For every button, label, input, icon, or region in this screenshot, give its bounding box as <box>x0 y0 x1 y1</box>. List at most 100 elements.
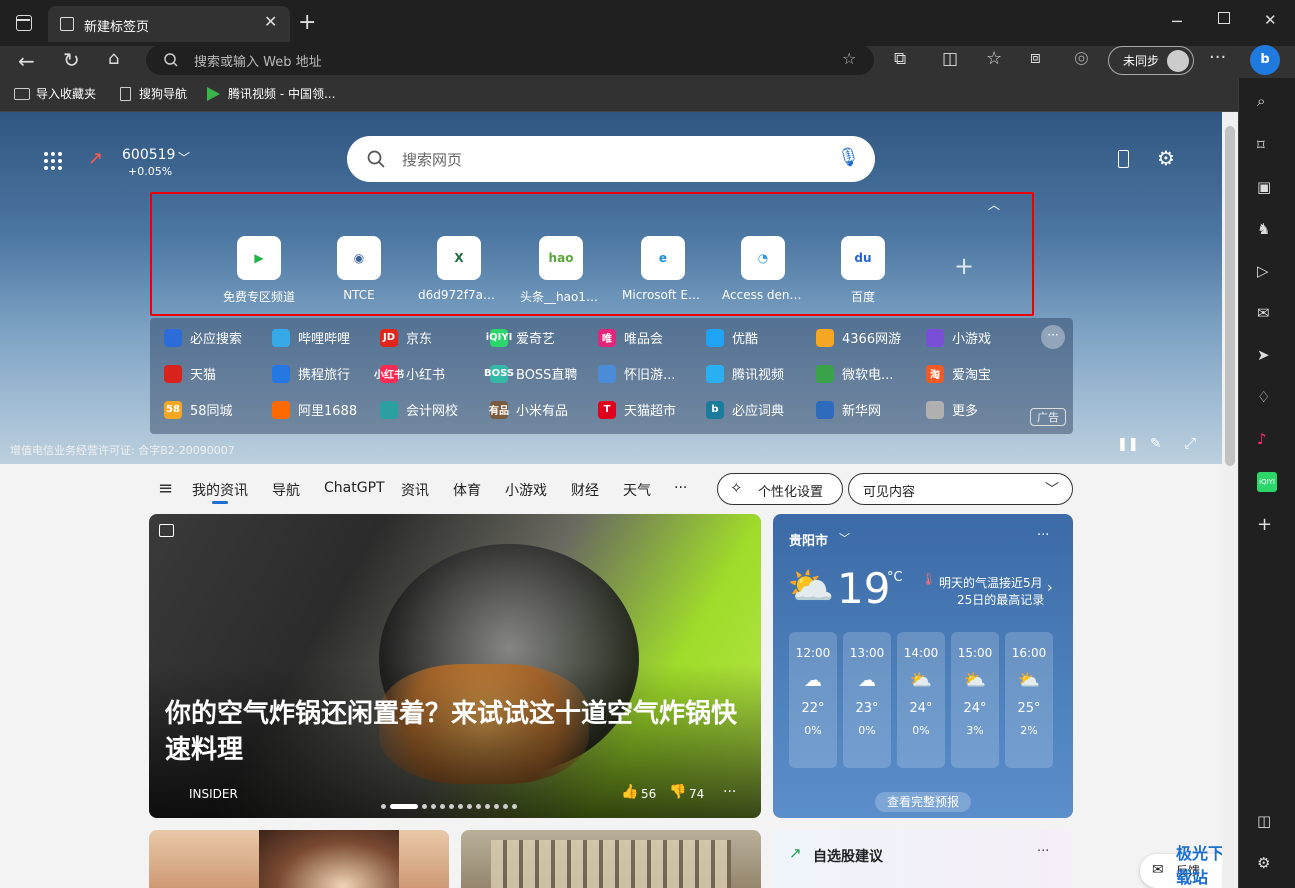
collapse-chevron-icon[interactable]: ︿ <box>988 196 1000 213</box>
chevron-down-icon[interactable]: ﹀ <box>178 149 190 166</box>
more-menu-icon[interactable]: ··· <box>1209 47 1226 68</box>
nav-finance[interactable]: 财经 <box>571 480 599 500</box>
tab-actions-icon[interactable] <box>16 15 32 31</box>
quick-link[interactable]: 4366网游 <box>816 328 901 347</box>
article-source[interactable]: INSIDER <box>189 787 238 801</box>
quick-link[interactable]: 唯唯品会 <box>598 328 663 347</box>
pause-icon[interactable]: ❚❚ <box>1117 437 1139 452</box>
stock-suggestions-card[interactable]: ↗ 自选股建议 ··· <box>773 830 1073 888</box>
settings-gear-icon[interactable]: ⚙ <box>1157 146 1175 170</box>
games-icon[interactable]: ♞ <box>1257 220 1277 240</box>
window-close-icon[interactable]: ✕ <box>1264 11 1277 29</box>
quick-link[interactable]: 更多 <box>926 400 978 419</box>
back-icon[interactable]: ← <box>18 49 35 73</box>
sidebar-settings-icon[interactable]: ⚙ <box>1257 854 1277 874</box>
bookmark-import[interactable]: 导入收藏夹 <box>14 85 96 102</box>
hamburger-menu-icon[interactable]: ≡ <box>158 478 173 499</box>
apps-grid-icon[interactable] <box>44 152 62 170</box>
office-icon[interactable]: ▷ <box>1257 262 1277 282</box>
more-icon[interactable]: ··· <box>1037 844 1049 859</box>
more-icon[interactable]: ··· <box>1037 528 1049 543</box>
quick-link[interactable]: 携程旅行 <box>272 364 350 383</box>
hide-sidebar-icon[interactable]: ◫ <box>1257 812 1277 832</box>
weather-card[interactable]: 贵阳市 ﹀ ··· ⛅ 19 °C 🌡 明天的气温接近5月 25日的最高记录 ›… <box>773 514 1073 818</box>
copilot-icon[interactable]: b <box>1250 45 1280 75</box>
add-site-plus-icon[interactable]: + <box>954 252 974 280</box>
microphone-icon[interactable]: 🎙 <box>837 147 860 168</box>
weather-city[interactable]: 贵阳市 <box>789 530 828 549</box>
hero-article-card[interactable]: 你的空气炸锅还闲置着？来试试这十道空气炸锅快速料理 INSIDER 👍 56 👎… <box>149 514 761 818</box>
scrollbar-thumb[interactable] <box>1225 126 1235 466</box>
favorite-star-icon[interactable]: ☆ <box>842 49 856 68</box>
favorites-icon[interactable]: ☆ <box>986 48 1002 69</box>
top-site-tile[interactable]: ▶ 免费专区频道 <box>214 236 304 305</box>
quick-link[interactable]: 小游戏 <box>926 328 991 347</box>
carousel-dots[interactable] <box>381 804 517 809</box>
nav-sports[interactable]: 体育 <box>453 480 481 500</box>
new-tab-plus-icon[interactable]: + <box>298 10 316 35</box>
nav-chatgpt[interactable]: ChatGPT <box>324 480 385 496</box>
hourly-forecast-14[interactable]: 14:00 ⛅ 24° 0% <box>897 632 945 768</box>
weather-note-line1[interactable]: 明天的气温接近5月 <box>939 574 1043 591</box>
maximize-icon[interactable] <box>1218 12 1230 24</box>
home-icon[interactable]: ⌂ <box>108 48 119 69</box>
quick-link[interactable]: 新华网 <box>816 400 881 419</box>
address-bar[interactable]: 搜索或输入 Web 地址 ☆ <box>146 45 874 75</box>
hourly-forecast-15[interactable]: 15:00 ⛅ 24° 3% <box>951 632 999 768</box>
personalize-button[interactable]: ✧ 个性化设置 <box>717 473 843 505</box>
tab-new-tab[interactable]: 新建标签页 ✕ <box>48 6 290 42</box>
top-site-tile[interactable]: du 百度 <box>818 236 908 305</box>
drop-icon[interactable]: ♢ <box>1257 388 1277 408</box>
close-icon[interactable]: ✕ <box>264 12 277 31</box>
send-icon[interactable]: ➤ <box>1257 346 1277 366</box>
like-icon[interactable]: 👍 <box>621 784 638 800</box>
quick-link[interactable]: BOSS BOSS直聘 <box>484 364 577 383</box>
nav-more[interactable]: ··· <box>674 480 687 496</box>
bookmark-sogou[interactable]: 搜狗导航 <box>120 85 187 102</box>
more-options-icon[interactable]: ··· <box>1041 325 1065 349</box>
bookmark-tencent[interactable]: 腾讯视频 - 中国领... <box>207 85 335 102</box>
refresh-icon[interactable]: ↻ <box>63 48 80 72</box>
iqiyi-icon[interactable]: iQIYI <box>1257 472 1277 492</box>
quick-link[interactable]: 58 58同城 <box>164 400 233 419</box>
search-sidebar-icon[interactable]: ⌕ <box>1257 92 1277 112</box>
nav-weather[interactable]: 天气 <box>623 480 651 500</box>
shopping-tag-icon[interactable]: ⌑ <box>1257 136 1277 156</box>
quick-link[interactable]: 阿里1688 <box>272 400 357 419</box>
dislike-icon[interactable]: 👎 <box>669 784 686 800</box>
visible-content-select[interactable]: 可见内容 ﹀ <box>848 473 1073 505</box>
nav-news[interactable]: 资讯 <box>401 480 429 500</box>
quick-link[interactable]: 有品 小米有品 <box>489 400 568 419</box>
quick-link[interactable]: 哔哩哔哩 <box>272 328 350 347</box>
nav-guide[interactable]: 导航 <box>272 480 300 500</box>
quick-link[interactable]: 必应搜索 <box>164 328 242 347</box>
license-text[interactable]: 增值电信业务经营许可证: 合字B2-20090007 <box>10 442 235 458</box>
article-card-train[interactable] <box>461 830 761 888</box>
stock-code[interactable]: 600519 <box>122 147 175 163</box>
edit-background-icon[interactable]: ✎ <box>1150 436 1162 452</box>
hourly-forecast-16[interactable]: 16:00 ⛅ 25° 2% <box>1005 632 1053 768</box>
top-site-tile[interactable]: ◉ NTCE <box>314 236 404 302</box>
quick-link[interactable]: 淘爱淘宝 <box>926 364 991 383</box>
tools-icon[interactable]: ▣ <box>1257 178 1277 198</box>
article-title[interactable]: 你的空气炸锅还闲置着？来试试这十道空气炸锅快速料理 <box>165 696 745 768</box>
address-input[interactable]: 搜索或输入 Web 地址 <box>194 51 322 70</box>
stock-card-title[interactable]: 自选股建议 <box>813 846 883 866</box>
quick-link[interactable]: 怀旧游... <box>598 364 675 383</box>
quick-link[interactable]: 腾讯视频 <box>706 364 784 383</box>
top-site-tile[interactable]: hao 头条__hao12... <box>516 236 606 305</box>
quick-link[interactable]: JD 京东 <box>380 328 432 347</box>
expand-icon[interactable]: ⤢ <box>1184 434 1196 452</box>
top-site-tile[interactable]: Xd6d972f7acd... <box>414 236 504 302</box>
collections-icon[interactable]: ⧈ <box>1030 48 1041 68</box>
weather-note-line2[interactable]: 25日的最高记录 <box>957 591 1044 608</box>
quick-link[interactable]: 会计网校 <box>380 400 458 419</box>
quick-link[interactable]: T 天猫超市 <box>598 400 676 419</box>
profile-button[interactable]: 未同步 <box>1108 46 1194 75</box>
quick-link[interactable]: 微软电... <box>816 364 893 383</box>
split-screen-icon[interactable]: ◫ <box>942 49 958 69</box>
nav-my-news[interactable]: 我的资讯 <box>192 480 248 500</box>
mobile-icon[interactable] <box>1118 150 1129 168</box>
hourly-forecast-13[interactable]: 13:00 ☁ 23° 0% <box>843 632 891 768</box>
nav-games[interactable]: 小游戏 <box>505 480 547 500</box>
